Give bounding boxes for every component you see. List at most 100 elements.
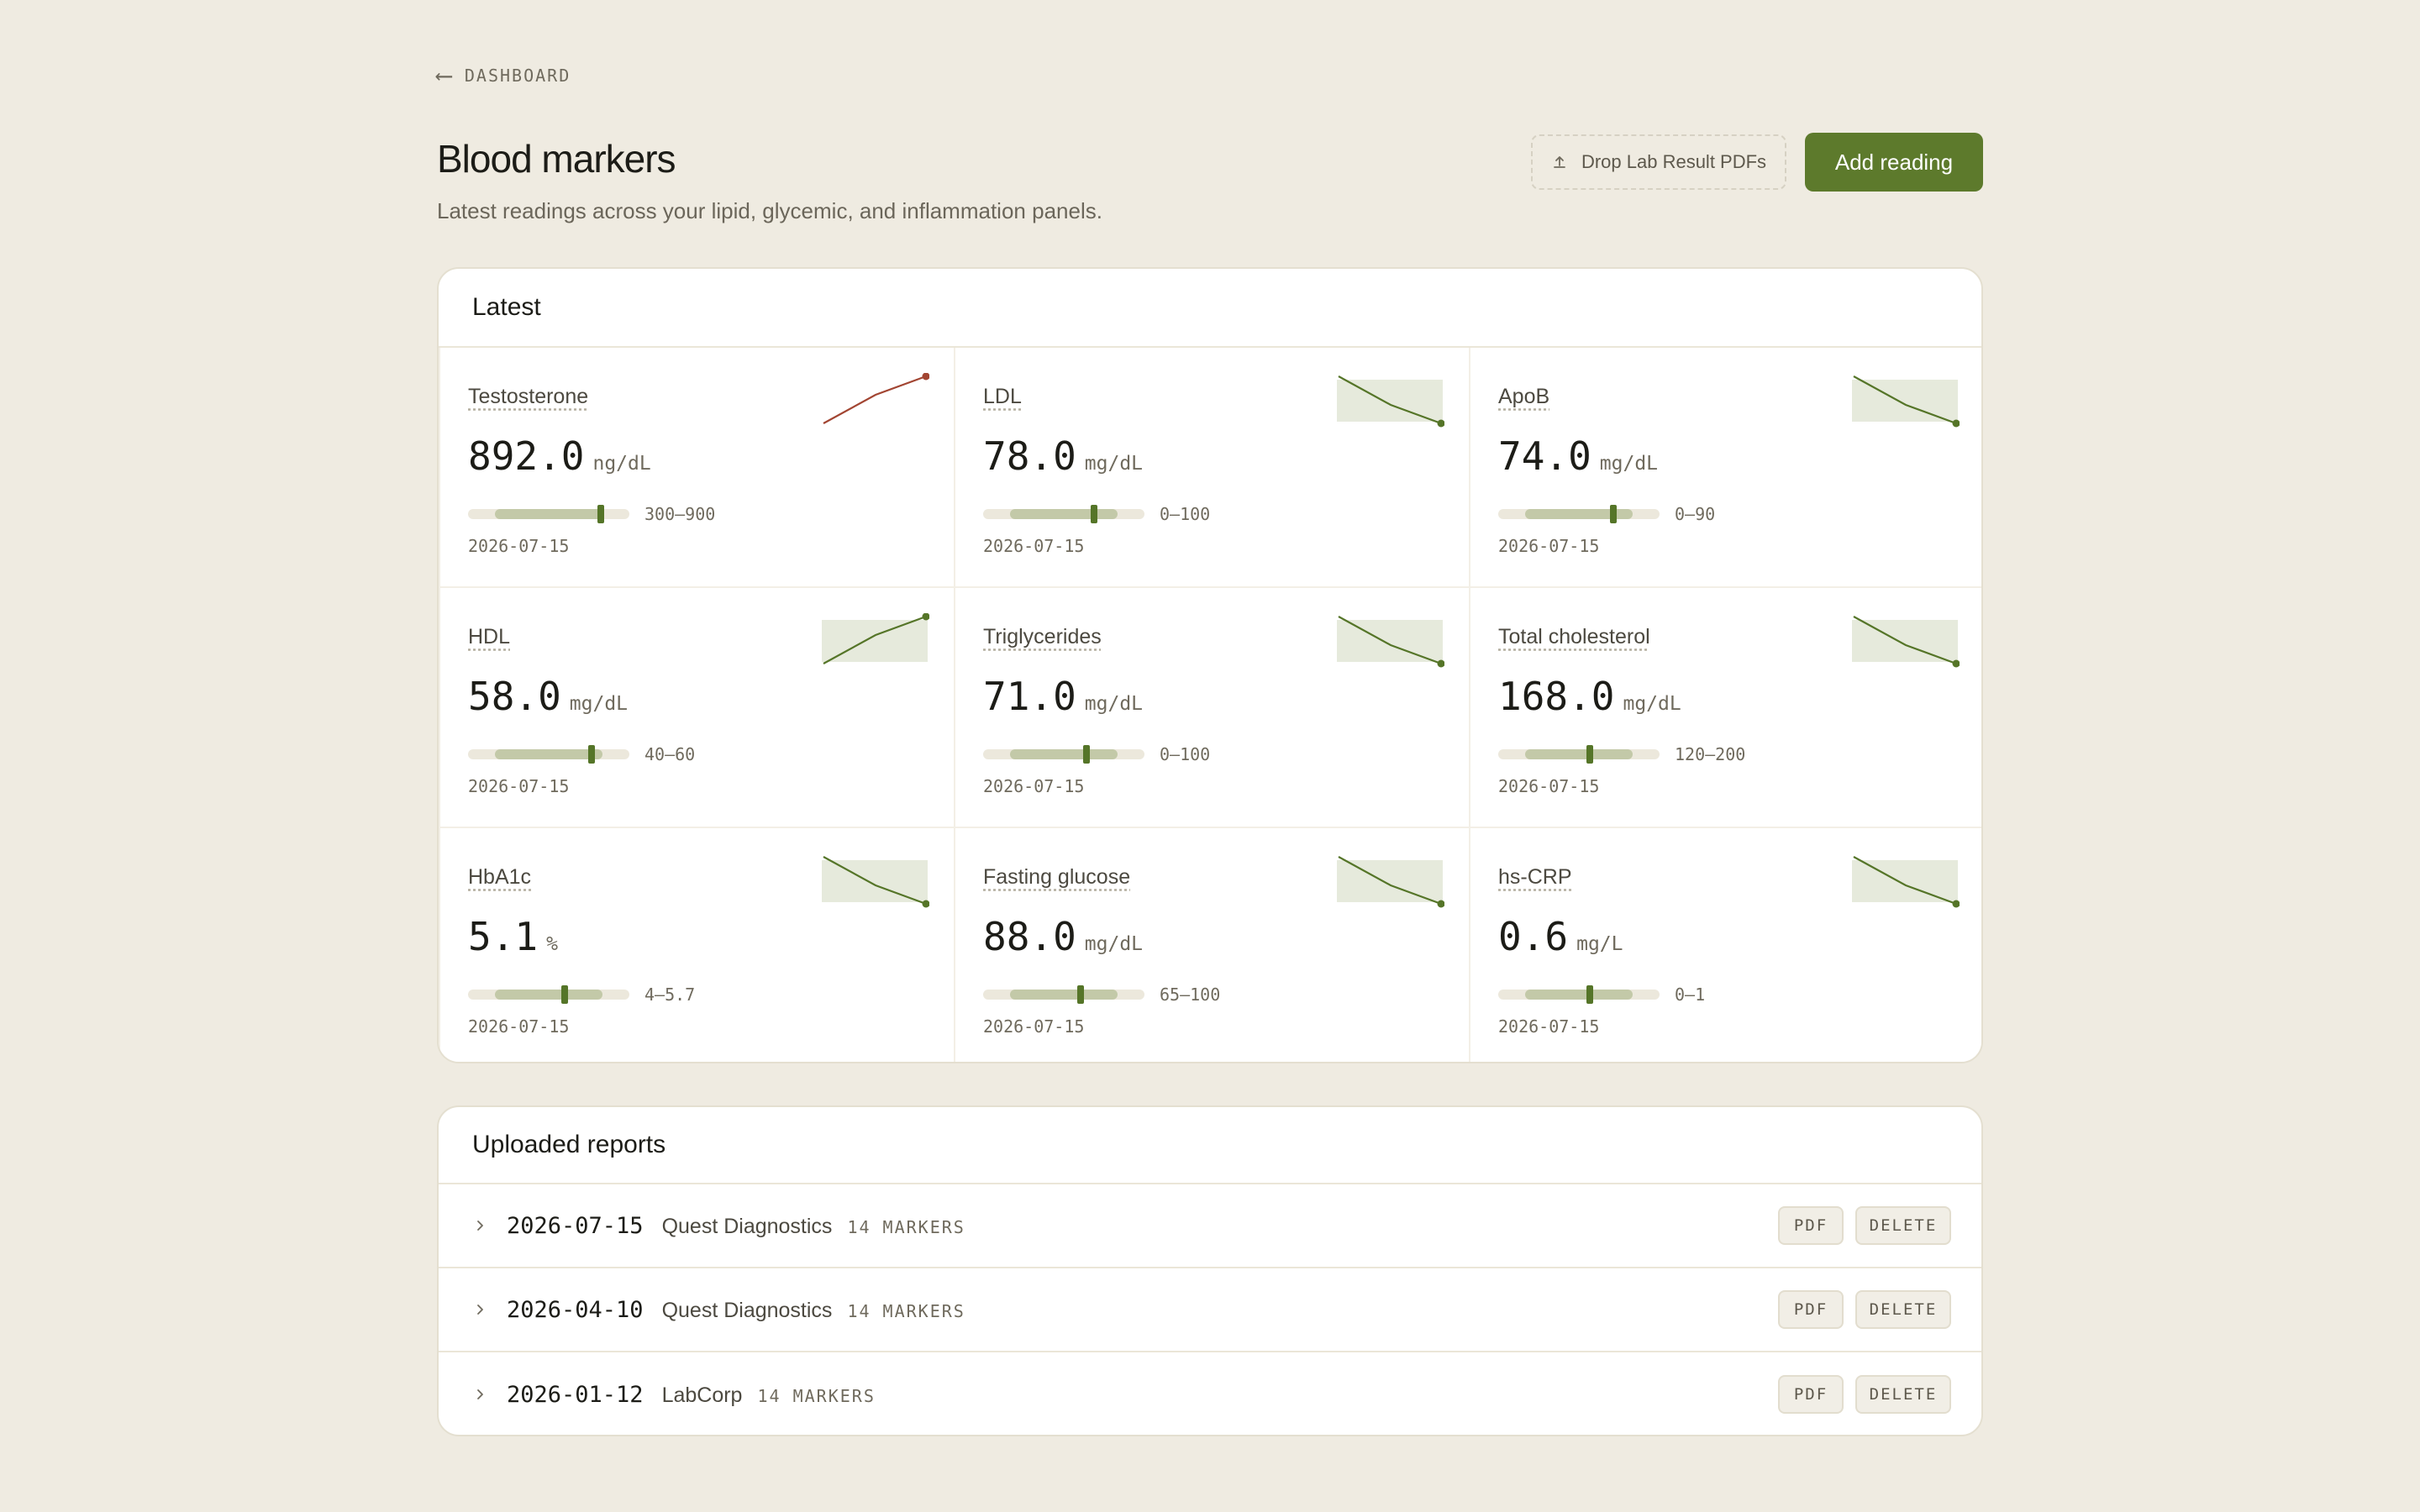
marker-name[interactable]: LDL <box>983 385 1022 409</box>
range-label: 4–5.7 <box>644 984 696 1005</box>
report-list: 2026-07-15 Quest Diagnostics 14 MARKERS … <box>439 1184 1981 1435</box>
sparkline <box>1337 856 1444 908</box>
sparkline-range-band <box>822 860 928 902</box>
range-bar <box>468 745 629 764</box>
marker-date: 2026-07-15 <box>468 536 570 556</box>
range-band <box>495 749 602 759</box>
marker-unit: mg/dL <box>1623 693 1681 715</box>
marker-range-row: 120–200 <box>1498 744 1745 764</box>
marker-value-number: 74.0 <box>1498 433 1591 479</box>
sparkline-latest-point <box>922 373 929 381</box>
range-label: 0–100 <box>1160 744 1211 764</box>
chevron-right-icon[interactable] <box>472 1302 487 1317</box>
sparkline <box>823 373 929 424</box>
marker-value: 892.0 ng/dL <box>468 433 651 479</box>
marker-name[interactable]: HDL <box>468 625 510 649</box>
range-band <box>1010 509 1118 519</box>
page-title: Blood markers <box>437 137 676 181</box>
range-marker <box>1586 985 1593 1004</box>
marker-name[interactable]: Testosterone <box>468 385 588 409</box>
range-marker <box>597 505 605 523</box>
range-marker <box>1090 505 1097 523</box>
marker-unit: ng/dL <box>592 453 651 475</box>
sparkline <box>1337 616 1444 668</box>
back-to-dashboard-link[interactable]: ⟵ DASHBOARD <box>437 64 571 87</box>
chevron-right-icon[interactable] <box>472 1218 487 1233</box>
marker-range-row: 0–1 <box>1498 984 1705 1005</box>
delete-button[interactable]: DELETE <box>1855 1290 1951 1329</box>
sparkline-range-band <box>1852 860 1958 902</box>
marker-name[interactable]: Fasting glucose <box>983 865 1130 890</box>
range-marker <box>588 745 596 764</box>
marker-date: 2026-07-15 <box>983 536 1085 556</box>
pdf-button[interactable]: PDF <box>1778 1290 1844 1329</box>
pdf-button[interactable]: PDF <box>1778 1375 1844 1414</box>
marker-range-row: 0–90 <box>1498 504 1715 524</box>
sparkline-range-band <box>1852 380 1958 422</box>
delete-button[interactable]: DELETE <box>1855 1375 1951 1414</box>
sparkline-trend-line <box>823 375 927 424</box>
marker-cell: HDL 58.0 mg/dL 40–60 2026-07-15 <box>440 588 954 827</box>
marker-cell: Total cholesterol 168.0 mg/dL 120–200 20… <box>1470 588 1981 827</box>
marker-value-number: 892.0 <box>468 433 585 479</box>
marker-value-number: 5.1 <box>468 914 539 959</box>
sparkline <box>822 613 929 664</box>
sparkline-range-band <box>1337 860 1443 902</box>
pdf-button[interactable]: PDF <box>1778 1206 1844 1245</box>
marker-date: 2026-07-15 <box>468 776 570 796</box>
marker-value-number: 58.0 <box>468 674 561 719</box>
range-label: 40–60 <box>644 744 696 764</box>
uploaded-reports-card: Uploaded reports 2026-07-15 Quest Diagno… <box>437 1105 1983 1436</box>
chevron-right-icon[interactable] <box>472 1387 487 1402</box>
range-bar <box>983 985 1144 1004</box>
range-band <box>1525 749 1633 759</box>
drop-pdf-button[interactable]: Drop Lab Result PDFs <box>1531 134 1786 190</box>
range-marker <box>560 985 568 1004</box>
page-subtitle: Latest readings across your lipid, glyce… <box>437 198 1102 223</box>
range-band <box>495 990 602 1000</box>
report-info: 2026-07-15 Quest Diagnostics 14 MARKERS <box>507 1213 965 1239</box>
marker-value: 5.1 % <box>468 914 558 959</box>
marker-name[interactable]: Triglycerides <box>983 625 1102 649</box>
sparkline-latest-point <box>922 613 929 621</box>
range-label: 120–200 <box>1675 744 1746 764</box>
add-reading-button[interactable]: Add reading <box>1805 133 1983 192</box>
delete-button[interactable]: DELETE <box>1855 1206 1951 1245</box>
marker-name[interactable]: hs-CRP <box>1498 865 1572 890</box>
report-lab: LabCorp <box>661 1383 743 1407</box>
marker-value: 58.0 mg/dL <box>468 674 628 719</box>
arrow-left-icon: ⟵ <box>437 61 453 89</box>
marker-cell: Triglycerides 71.0 mg/dL 0–100 2026-07-1… <box>955 588 1469 827</box>
sparkline <box>1852 856 1960 908</box>
marker-value: 78.0 mg/dL <box>983 433 1143 479</box>
report-row[interactable]: 2026-04-10 Quest Diagnostics 14 MARKERS … <box>439 1268 1981 1352</box>
marker-unit: mg/L <box>1576 933 1623 955</box>
marker-date: 2026-07-15 <box>983 1016 1085 1037</box>
report-date: 2026-04-10 <box>507 1296 644 1323</box>
marker-value-number: 88.0 <box>983 914 1076 959</box>
marker-name[interactable]: ApoB <box>1498 385 1549 409</box>
range-band <box>1010 990 1118 1000</box>
marker-cell: HbA1c 5.1 % 4–5.7 2026-07-15 <box>440 828 954 1062</box>
marker-value: 168.0 mg/dL <box>1498 674 1681 719</box>
marker-cell: ApoB 74.0 mg/dL 0–90 2026-07-15 <box>1470 348 1981 586</box>
range-bar <box>983 745 1144 764</box>
range-band <box>1010 749 1118 759</box>
marker-value: 74.0 mg/dL <box>1498 433 1658 479</box>
marker-unit: mg/dL <box>1084 453 1144 475</box>
report-row[interactable]: 2026-07-15 Quest Diagnostics 14 MARKERS … <box>439 1184 1981 1268</box>
marker-range-row: 300–900 <box>468 504 715 524</box>
marker-unit: mg/dL <box>1599 453 1659 475</box>
marker-name[interactable]: HbA1c <box>468 865 531 890</box>
marker-cell: LDL 78.0 mg/dL 0–100 2026-07-15 <box>955 348 1469 586</box>
range-bar <box>468 505 629 523</box>
report-marker-count: 14 MARKERS <box>757 1385 876 1406</box>
range-bar <box>1498 985 1660 1004</box>
sparkline <box>1852 375 1960 428</box>
marker-value-number: 71.0 <box>983 674 1076 719</box>
range-label: 0–90 <box>1675 504 1716 524</box>
report-row[interactable]: 2026-01-12 LabCorp 14 MARKERS PDF DELETE <box>439 1352 1981 1435</box>
marker-name[interactable]: Total cholesterol <box>1498 625 1650 649</box>
marker-date: 2026-07-15 <box>1498 776 1600 796</box>
marker-unit: mg/dL <box>1084 933 1144 955</box>
